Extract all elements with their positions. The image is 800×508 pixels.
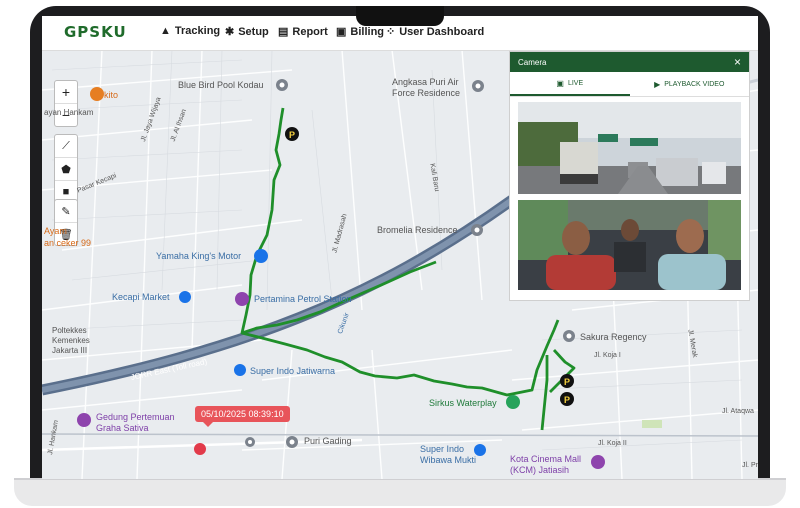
nav-report-label: Report — [292, 25, 328, 38]
camera-tabs: ▣ LIVE ▶ PLAYBACK VIDEO — [510, 72, 749, 97]
tab-live-label: LIVE — [567, 79, 584, 87]
front-camera-feed — [518, 102, 741, 194]
place-kota-cinema-1: Kota Cinema Mall — [510, 454, 582, 464]
timestamp-tooltip: 05/10/2025 08:39:10 — [195, 406, 290, 427]
place-sirkus-waterplay: Sirkus Waterplay — [429, 398, 497, 408]
cabin-camera-feed — [518, 200, 741, 290]
svg-text:P: P — [289, 130, 295, 140]
camera-notch — [356, 6, 444, 26]
road-koja-1: Jl. Koja I — [594, 352, 621, 359]
document-icon: ▤ — [278, 26, 289, 38]
nav-setup-label: Setup — [238, 25, 269, 38]
place-poltekkes-3: Jakarta III — [52, 346, 88, 355]
place-kecapi-market: Kecapi Market — [112, 292, 170, 302]
nav-tracking-label: Tracking — [174, 25, 221, 37]
place-kota-cinema-2: (KCM) Jatiasih — [510, 465, 570, 475]
place-pertamina: Pertamina Petrol Station — [254, 294, 352, 304]
place-yamaha: Yamaha King's Motor — [156, 251, 242, 261]
road-ataqwa: Jl. Ataqwa — [722, 408, 754, 415]
draw-polygon-icon[interactable]: ⬟ — [55, 158, 77, 181]
nav-report[interactable]: ▤ Report — [278, 25, 328, 39]
video-camera-icon: ▶ — [654, 79, 661, 89]
place-super-indo-jatiwarna: Super Indo Jatiwarna — [250, 366, 336, 376]
draw-line-icon[interactable]: ⟋ — [55, 135, 77, 158]
zoom-control: + − — [54, 80, 78, 127]
users-icon: ⁘ — [386, 26, 396, 38]
draw-toolbar: ⟋ ⬟ ■ — [54, 134, 78, 204]
nav-user-dashboard-label: User Dashboard — [399, 25, 485, 38]
zoom-in-button[interactable]: + — [55, 81, 77, 104]
road-koja-2: Jl. Koja II — [598, 440, 627, 447]
svg-text:P: P — [564, 377, 570, 387]
screen: GPSKU ▲ Tracking ✱ Setup ▤ Report ▣ Bill… — [42, 16, 758, 479]
place-kito: kito — [104, 90, 119, 100]
nav-setup[interactable]: ✱ Setup — [225, 25, 269, 39]
gear-icon: ✱ — [225, 26, 235, 38]
road-pr: Jl. Pr — [742, 462, 758, 469]
place-gedung-2: Graha Sativa — [96, 423, 149, 433]
place-poltekkes-2: Kemenkes — [52, 336, 90, 345]
place-bromelia: Bromelia Residence — [377, 225, 458, 235]
svg-text:P: P — [564, 395, 570, 405]
place-gedung-1: Gedung Pertemuan — [96, 412, 175, 422]
place-super-indo-wibawa-1: Super Indo — [420, 444, 465, 454]
place-super-indo-wibawa-2: Wibawa Mukti — [420, 455, 477, 465]
nav-billing-label: Billing — [350, 25, 385, 38]
place-ayam: Ayam — [44, 226, 67, 236]
edit-layers-icon[interactable]: ✎ — [55, 200, 77, 223]
place-sakura-regency: Sakura Regency — [580, 332, 647, 342]
laptop-base — [14, 478, 786, 506]
tab-playback-video[interactable]: ▶ PLAYBACK VIDEO — [630, 72, 750, 96]
place-angkasa: Angkasa Puri Air — [392, 77, 459, 87]
close-icon[interactable]: × — [734, 55, 741, 69]
nav-tracking[interactable]: ▲ Tracking — [160, 25, 220, 37]
navigation-arrow-icon: ▲ — [160, 25, 171, 37]
tab-live[interactable]: ▣ LIVE — [510, 72, 630, 96]
tab-playback-label: PLAYBACK VIDEO — [664, 80, 725, 88]
place-ayam-hankam: ayan Hankam — [44, 108, 94, 117]
camera-panel: Camera × ▣ LIVE ▶ PLAYBACK VIDEO — [509, 51, 750, 301]
camera-title: Camera — [518, 57, 547, 67]
place-ceker: an ceker 99 — [44, 238, 92, 248]
place-poltekkes-1: Poltekkes — [52, 326, 87, 335]
place-force-residence: Force Residence — [392, 88, 461, 98]
billing-icon: ▣ — [336, 26, 347, 38]
place-blue-bird: Blue Bird Pool Kodau — [178, 80, 264, 90]
nav-user-dashboard[interactable]: ⁘ User Dashboard — [386, 25, 485, 39]
live-icon: ▣ — [556, 78, 564, 88]
camera-header: Camera × — [510, 52, 749, 72]
app-logo[interactable]: GPSKU — [64, 23, 127, 41]
place-puri-gading: Puri Gading — [304, 436, 352, 446]
nav-billing[interactable]: ▣ Billing — [336, 25, 385, 39]
